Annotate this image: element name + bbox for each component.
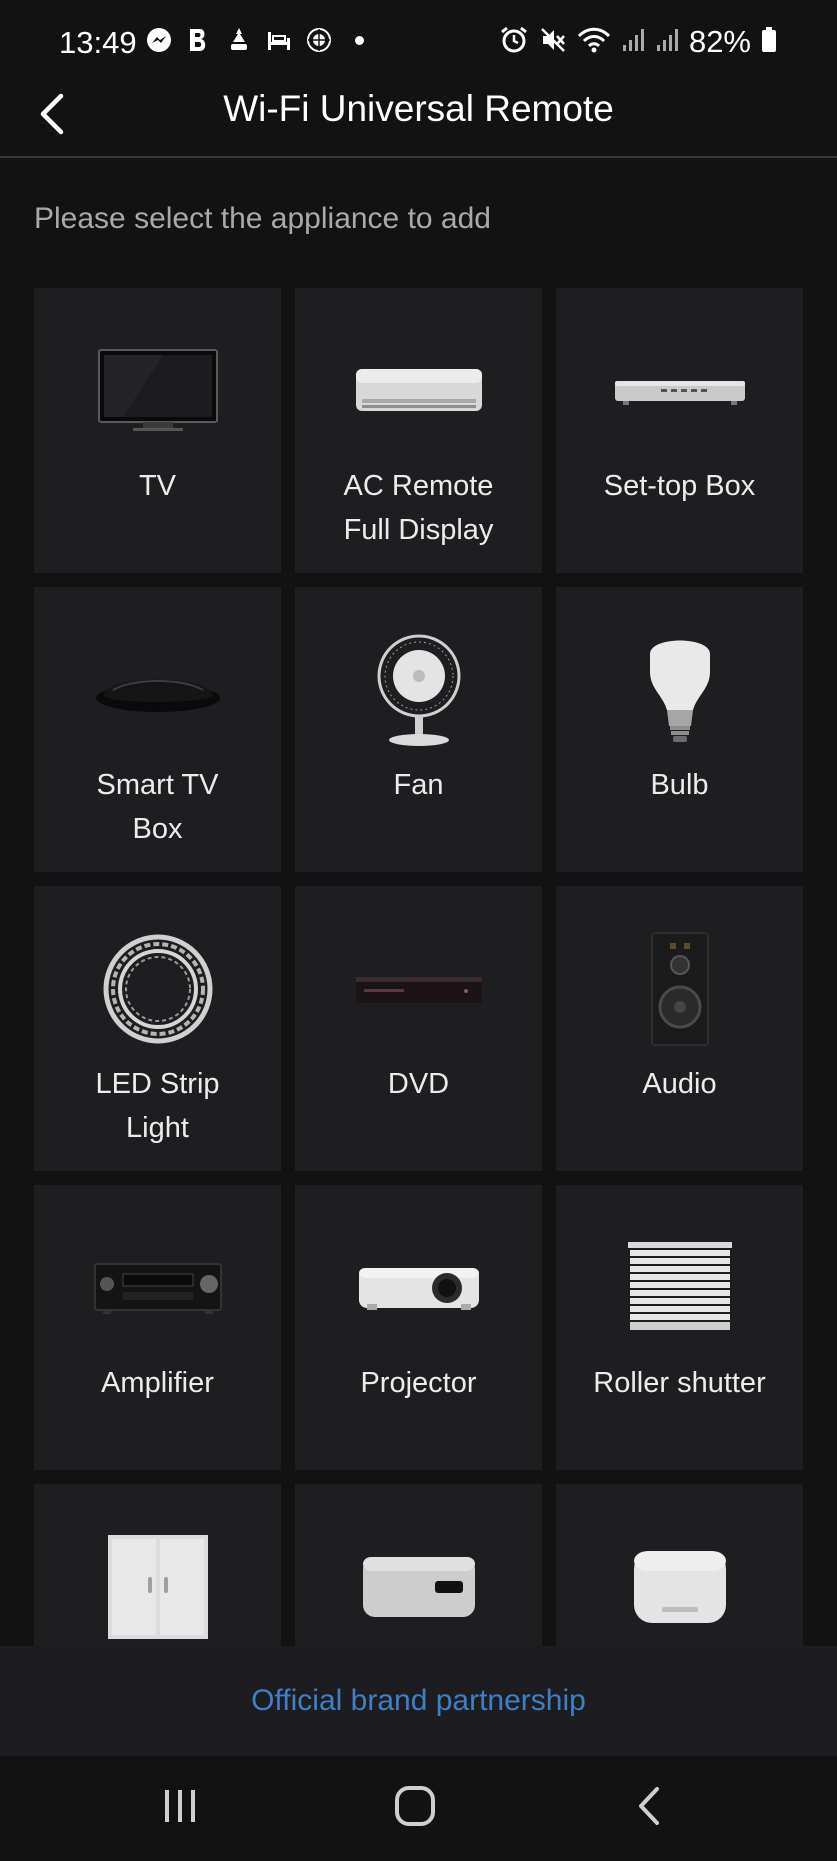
- bed-icon: [266, 26, 292, 54]
- appliance-label: TV: [138, 470, 177, 502]
- appliance-label: Bulb: [650, 769, 709, 801]
- footer-bar: Official brand partnership: [0, 1646, 837, 1756]
- appliance-card-dvd[interactable]: DVD: [295, 886, 542, 1171]
- appliance-card-ac[interactable]: AC Remote Full Display: [295, 288, 542, 573]
- air-purifier-icon: [556, 1532, 803, 1642]
- appliance-card-fan[interactable]: Fan: [295, 587, 542, 872]
- recent-apps-icon: [160, 1786, 200, 1831]
- appliance-card-led-strip[interactable]: LED Strip Light: [34, 886, 281, 1171]
- wifi-icon: [577, 26, 611, 59]
- appliance-card-projector[interactable]: Projector: [295, 1185, 542, 1470]
- system-nav-bar: [0, 1756, 837, 1861]
- lantern-icon: [226, 26, 252, 54]
- appliance-card-set-top-box[interactable]: Set-top Box: [556, 288, 803, 573]
- home-button[interactable]: [375, 1778, 455, 1838]
- emblem-icon: [306, 26, 332, 54]
- signal-icon: [655, 27, 679, 58]
- section-subtitle: Please select the appliance to add: [34, 202, 491, 235]
- appliance-label: Audio: [642, 1068, 717, 1100]
- led-strip-icon: [34, 934, 281, 1044]
- appliance-label: LED Strip Light: [95, 1068, 220, 1144]
- water-heater-icon: [295, 1532, 542, 1642]
- appliance-card-water-heater[interactable]: [295, 1484, 542, 1646]
- appliance-card-bulb[interactable]: Bulb: [556, 587, 803, 872]
- appliance-label: Amplifier: [101, 1367, 214, 1399]
- air-conditioner-icon: [295, 336, 542, 446]
- roller-shutter-icon: [556, 1233, 803, 1343]
- cabinet-icon: [34, 1532, 281, 1642]
- appliance-label: Smart TV Box: [96, 769, 219, 845]
- fan-icon: [295, 634, 542, 746]
- page-title: Wi-Fi Universal Remote: [223, 88, 614, 129]
- system-icons: 82%: [499, 24, 777, 60]
- brand-partnership-link[interactable]: Official brand partnership: [251, 1684, 586, 1718]
- messenger-icon: [146, 26, 172, 54]
- home-icon: [394, 1785, 436, 1832]
- appliance-card-smart-tv-box[interactable]: Smart TV Box: [34, 587, 281, 872]
- status-time: 13:49: [59, 25, 137, 60]
- appliance-card-amplifier[interactable]: Amplifier: [34, 1185, 281, 1470]
- appliance-label: Fan: [393, 769, 444, 801]
- appliance-label: DVD: [387, 1068, 450, 1100]
- appliance-card-roller-shutter[interactable]: Roller shutter: [556, 1185, 803, 1470]
- signal-icon: [621, 27, 645, 58]
- appliance-label: Set-top Box: [603, 470, 756, 502]
- status-bar: 13:49 82%: [0, 0, 837, 86]
- set-top-box-icon: [556, 336, 803, 446]
- dvd-player-icon: [295, 934, 542, 1044]
- tv-icon: [34, 336, 281, 446]
- app-header: Wi-Fi Universal Remote: [0, 86, 837, 158]
- appliance-label: AC Remote Full Display: [343, 470, 494, 546]
- amplifier-icon: [34, 1233, 281, 1343]
- alarm-icon: [499, 25, 529, 60]
- smart-tv-box-icon: [34, 635, 281, 745]
- appliance-card-audio[interactable]: Audio: [556, 886, 803, 1171]
- mute-icon: [539, 26, 567, 59]
- back-icon: [635, 1785, 665, 1832]
- appliance-grid-scroll[interactable]: TV AC Remote Full Display Set-top Box Sm…: [0, 288, 837, 1646]
- appliance-card-cabinet[interactable]: [34, 1484, 281, 1646]
- battery-percent: 82%: [688, 24, 751, 59]
- appliance-label: Roller shutter: [593, 1367, 766, 1399]
- battery-icon: [761, 26, 777, 58]
- recent-apps-button[interactable]: [140, 1778, 220, 1838]
- bulb-icon: [556, 635, 803, 745]
- notification-icons: [146, 26, 372, 54]
- appliance-card-air-purifier[interactable]: [556, 1484, 803, 1646]
- b-app-icon: [186, 26, 212, 54]
- speaker-icon: [556, 932, 803, 1046]
- appliance-label: Projector: [360, 1367, 477, 1399]
- notification-dot-icon: [346, 26, 372, 54]
- appliance-card-tv[interactable]: TV: [34, 288, 281, 573]
- appliance-grid: TV AC Remote Full Display Set-top Box Sm…: [34, 288, 803, 1646]
- nav-back-button[interactable]: [610, 1778, 690, 1838]
- projector-icon: [295, 1233, 542, 1343]
